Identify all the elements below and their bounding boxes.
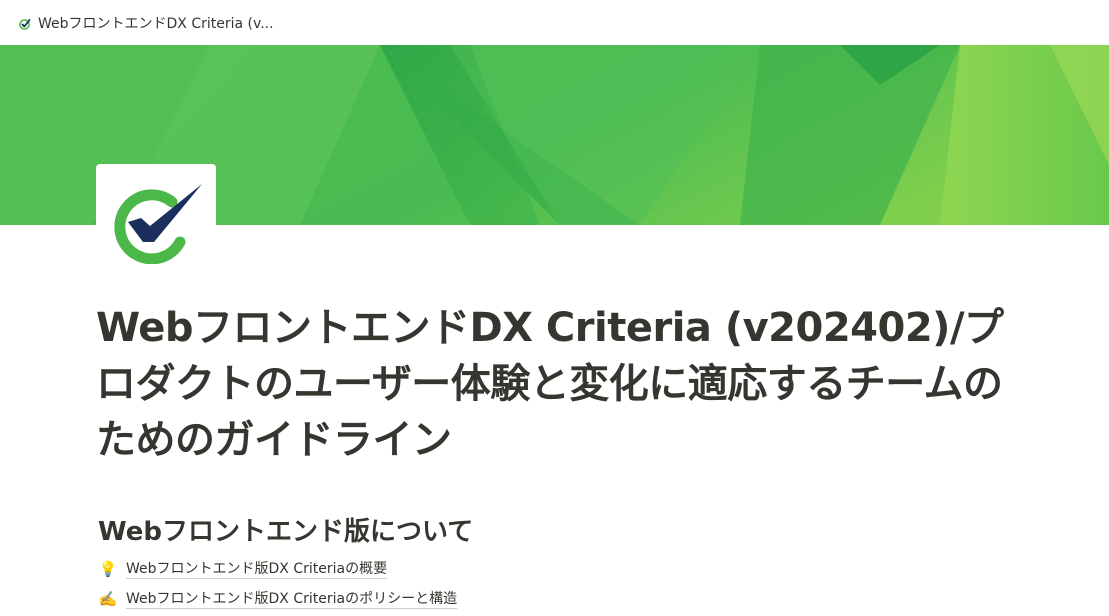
page-link[interactable]: Webフロントエンド版DX Criteriaのポリシーと構造 xyxy=(126,590,458,609)
page-link[interactable]: Webフロントエンド版DX Criteriaの概要 xyxy=(126,560,388,579)
breadcrumb[interactable]: WebフロントエンドDX Criteria (v... xyxy=(14,11,278,35)
lightbulb-icon: 💡 xyxy=(98,560,118,578)
link-list: 💡 Webフロントエンド版DX Criteriaの概要 ✍️ Webフロントエン… xyxy=(98,556,458,616)
breadcrumb-title: WebフロントエンドDX Criteria (v... xyxy=(38,15,274,32)
section-heading: Webフロントエンド版について xyxy=(98,517,474,547)
list-item[interactable]: 💡 Webフロントエンド版DX Criteriaの概要 xyxy=(98,556,457,582)
page-title: WebフロントエンドDX Criteria (v202402)/プロダクトのユー… xyxy=(96,305,1004,463)
top-bar: WebフロントエンドDX Criteria (v... xyxy=(0,0,1109,45)
list-item[interactable]: ✍️ Webフロントエンド版DX Criteriaのポリシーと構造 xyxy=(98,586,458,612)
green-check-logo-icon[interactable] xyxy=(96,164,216,274)
check-mark-icon xyxy=(18,16,32,30)
writing-hand-icon: ✍️ xyxy=(98,590,118,608)
